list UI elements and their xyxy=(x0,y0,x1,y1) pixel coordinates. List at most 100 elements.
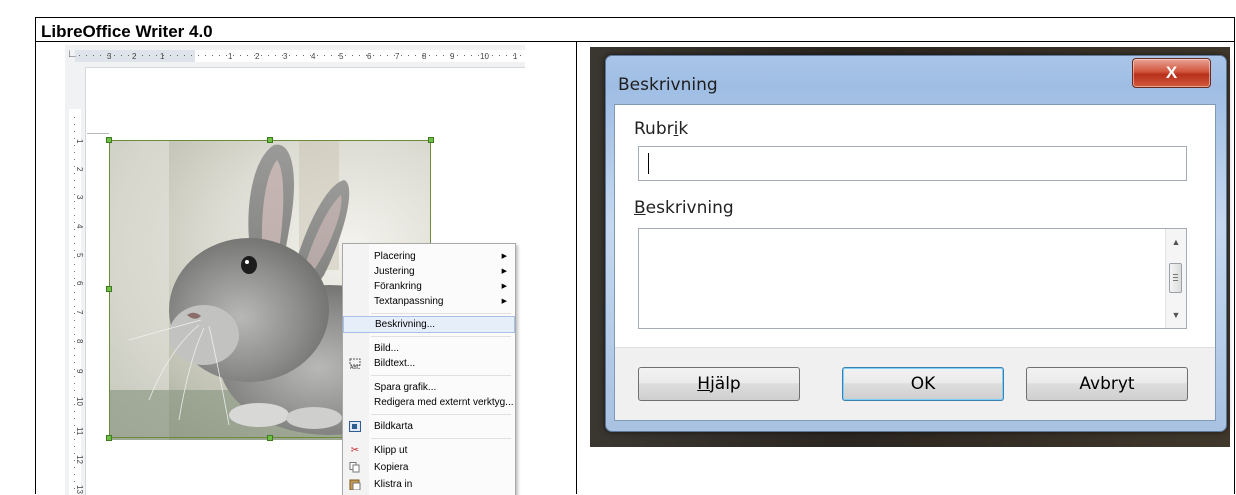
resize-handle-bm[interactable] xyxy=(267,435,273,441)
submenu-arrow-icon: ▶ xyxy=(501,298,507,305)
ruler-tick xyxy=(86,55,87,56)
cancel-button[interactable]: Avbryt xyxy=(1026,367,1188,401)
ruler-tick xyxy=(74,439,75,440)
ruler-tick xyxy=(408,55,409,56)
ruler-tick xyxy=(74,131,75,132)
menu-separator xyxy=(371,336,511,337)
menu-item-label: Förankring xyxy=(374,281,422,292)
ruler-label: 12 xyxy=(75,455,84,464)
ruler-tick xyxy=(74,180,75,181)
ruler-tick xyxy=(74,299,75,300)
ruler-tick xyxy=(74,194,75,195)
menu-item-label: Redigera med externt verktyg... xyxy=(374,397,514,408)
resize-handle-tl[interactable] xyxy=(106,137,112,143)
ruler-tick xyxy=(387,55,388,56)
ruler-tick xyxy=(128,55,129,56)
description-dialog: Beskrivning X Rubrik Beskrivning ▲ ▼ Hjä… xyxy=(605,55,1227,432)
copy-icon xyxy=(349,462,361,473)
horizontal-ruler[interactable]: ∟ 3 2 1 1 2 3 4 5 6 7 8 9 10 1 xyxy=(65,45,525,68)
menu-item-kopiera[interactable]: Kopiera xyxy=(343,460,515,475)
menu-item-textanpassning[interactable]: Textanpassning ▶ xyxy=(343,294,515,309)
ruler-tick xyxy=(74,488,75,489)
page-corner-mark xyxy=(87,133,109,134)
ruler-tick xyxy=(212,55,213,56)
ruler-tick xyxy=(429,55,430,56)
ok-button[interactable]: OK xyxy=(842,367,1004,401)
ruler-tick xyxy=(74,222,75,223)
ruler-tick xyxy=(74,320,75,321)
page-title: LibreOffice Writer 4.0 xyxy=(36,18,1234,42)
rubrik-input[interactable] xyxy=(638,146,1187,181)
beskrivning-label-accesskey: B xyxy=(634,198,646,218)
dialog-title: Beskrivning xyxy=(618,75,718,95)
writer-screenshot: ∟ 3 2 1 1 2 3 4 5 6 7 8 9 10 1 1 2 3 4 5 6 7 8 9 10 11 12 13 xyxy=(65,45,525,495)
help-button[interactable]: Hjälp xyxy=(638,367,800,401)
ruler-tick xyxy=(247,55,248,56)
ruler-tick xyxy=(93,55,94,56)
menu-item-klistra-in[interactable]: Klistra in xyxy=(343,477,515,492)
ruler-ticks: 3 2 1 1 2 3 4 5 6 7 8 9 10 1 xyxy=(79,52,521,61)
menu-item-placering[interactable]: Placering ▶ xyxy=(343,249,515,264)
vertical-ruler[interactable]: 1 2 3 4 5 6 7 8 9 10 11 12 13 xyxy=(65,67,86,495)
menu-item-klipp-ut[interactable]: ✂ Klipp ut xyxy=(343,443,515,458)
ruler-label: 11 xyxy=(75,427,84,436)
ruler-tick xyxy=(317,55,318,56)
menu-item-spara-grafik[interactable]: Spara grafik... xyxy=(343,380,515,395)
menu-item-label: Bildtext... xyxy=(374,358,416,369)
ruler-tick xyxy=(492,55,493,56)
resize-handle-ml[interactable] xyxy=(106,286,112,292)
menu-item-bild[interactable]: Bild... xyxy=(343,341,515,356)
ruler-tick xyxy=(296,55,297,56)
ruler-tick xyxy=(74,306,75,307)
ruler-tick xyxy=(74,152,75,153)
cancel-label: Avbryt xyxy=(1079,374,1135,394)
menu-item-bildkarta[interactable]: Bildkarta xyxy=(343,419,515,434)
scroll-up-icon[interactable]: ▲ xyxy=(1166,233,1186,251)
ruler-tick xyxy=(74,313,75,314)
menu-item-beskrivning[interactable]: Beskrivning... xyxy=(343,316,515,333)
menu-item-label: Beskrivning... xyxy=(375,319,436,330)
ruler-tick xyxy=(261,55,262,56)
ruler-tick xyxy=(74,411,75,412)
menu-item-justering[interactable]: Justering ▶ xyxy=(343,264,515,279)
ruler-tick xyxy=(373,55,374,56)
ruler-tick xyxy=(268,55,269,56)
ruler-tick xyxy=(303,55,304,56)
menu-item-label: Klistra in xyxy=(374,479,413,490)
menu-item-label: Justering xyxy=(374,266,415,277)
context-menu: Placering ▶ Justering ▶ Förankring ▶ Tex… xyxy=(342,243,516,495)
ruler-tick xyxy=(324,55,325,56)
close-button[interactable]: X xyxy=(1132,58,1211,88)
ruler-tick xyxy=(74,425,75,426)
ruler-label: 3 xyxy=(75,195,84,200)
ruler-label: 9 xyxy=(450,52,455,61)
menu-item-bildtext[interactable]: ABC Bildtext... xyxy=(343,356,515,371)
ruler-tick xyxy=(74,355,75,356)
rubrik-label-text-end: k xyxy=(678,119,689,139)
ruler-tick xyxy=(506,55,507,56)
resize-handle-tm[interactable] xyxy=(267,137,273,143)
menu-item-label: Kopiera xyxy=(374,462,409,473)
ruler-tick xyxy=(74,467,75,468)
ruler-label: 5 xyxy=(339,52,344,61)
beskrivning-textarea[interactable]: ▲ ▼ xyxy=(638,228,1187,329)
resize-handle-tr[interactable] xyxy=(428,137,434,143)
ruler-tick xyxy=(74,404,75,405)
ruler-label: 7 xyxy=(395,52,400,61)
ruler-tick xyxy=(121,55,122,56)
resize-handle-bl[interactable] xyxy=(106,435,112,441)
ruler-label: 10 xyxy=(75,397,84,406)
menu-item-forankring[interactable]: Förankring ▶ xyxy=(343,279,515,294)
ruler-label: 3 xyxy=(283,52,288,61)
menu-separator xyxy=(371,375,511,376)
help-accesskey: H xyxy=(697,374,711,394)
ruler-tick xyxy=(74,173,75,174)
scroll-down-icon[interactable]: ▼ xyxy=(1166,306,1186,324)
ruler-tick xyxy=(74,117,75,118)
scrollbar-thumb[interactable] xyxy=(1169,263,1182,293)
ruler-label: 13 xyxy=(75,485,84,494)
ruler-tick xyxy=(191,55,192,56)
menu-item-redigera-externt[interactable]: Redigera med externt verktyg... xyxy=(343,395,515,410)
vertical-scrollbar[interactable]: ▲ ▼ xyxy=(1165,229,1186,328)
dialog-client-area: Rubrik Beskrivning ▲ ▼ Hjälp OK Avbryt xyxy=(614,104,1216,421)
